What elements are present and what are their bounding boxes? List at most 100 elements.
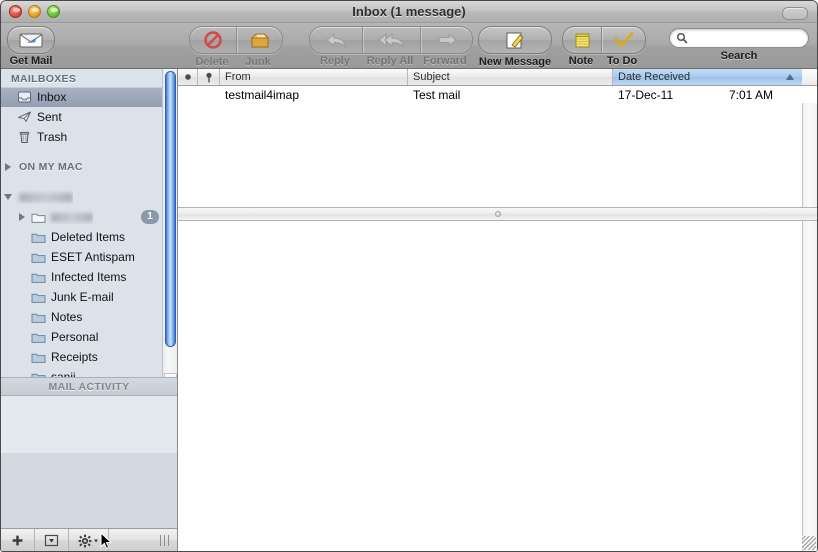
sidebar-item-infected-items[interactable]: Infected Items [1, 267, 177, 287]
toolbar-toggle-button[interactable] [782, 7, 808, 20]
toolbar-reply-group: Reply Reply All Forward [309, 26, 473, 67]
sidebar-item-notes[interactable]: Notes [1, 307, 177, 327]
folder-icon [29, 271, 47, 284]
disclosure-triangle-icon[interactable] [1, 163, 15, 171]
note-pad-icon [575, 33, 590, 48]
sidebar-item-label: sanji [51, 370, 76, 378]
sidebar-item-trash[interactable]: Trash [1, 127, 177, 147]
sidebar-item-inbox[interactable]: Inbox [1, 87, 177, 107]
sidebar-scrollbar-thumb[interactable] [165, 71, 176, 347]
sidebar-item-label: Deleted Items [51, 230, 126, 244]
compose-pencil-icon [479, 27, 551, 53]
column-header-subject[interactable]: Subject [408, 69, 613, 85]
column-header-unread[interactable] [178, 69, 198, 85]
column-header-attachment[interactable] [198, 69, 220, 85]
toolbar-forward-button[interactable] [420, 27, 472, 53]
search-field[interactable] [669, 28, 809, 48]
mailbox-list: MAILBOXES Inbox Sent Trash ON MY MAC 1 D… [1, 69, 177, 378]
disclosure-triangle-open-icon[interactable] [1, 194, 15, 200]
sidebar-scrollbar[interactable] [162, 69, 177, 378]
mail-activity-header: MAIL ACTIVITY [1, 377, 177, 396]
attachment-pin-icon [205, 72, 212, 82]
toolbar-new-message-label: New Message [478, 56, 552, 68]
toolbar-search: Search [669, 28, 809, 62]
message-list: testmail4imap Test mail 17-Dec-11 7:01 A… [178, 86, 817, 207]
mail-activity-panel [1, 396, 177, 528]
chevron-down-icon [93, 539, 98, 542]
toolbar-get-mail[interactable]: Get Mail [7, 26, 55, 67]
toolbar-new-message[interactable]: New Message [478, 26, 552, 68]
toolbar-todo-label: To Do [606, 55, 638, 67]
sidebar-account-label-redacted [19, 193, 73, 203]
window-title: Inbox (1 message) [352, 4, 466, 19]
sidebar-bottom-toolbar [1, 528, 177, 551]
sidebar-item-personal[interactable]: Personal [1, 327, 177, 347]
folder-icon [29, 311, 47, 324]
folder-icon [29, 291, 47, 304]
main-toolbar: Get Mail Delete Junk Reply Reply All For… [1, 23, 817, 69]
column-header-from[interactable]: From [220, 69, 408, 85]
sidebar-item-sanji[interactable]: sanji [1, 367, 177, 378]
scroll-up-button[interactable] [164, 373, 177, 378]
sort-ascending-icon [786, 74, 794, 80]
mail-window: Inbox (1 message) Get Mail Delete Junk R… [0, 0, 818, 552]
sidebar-scroll-arrows [164, 373, 177, 378]
toolbar-delete-button[interactable] [190, 27, 236, 53]
sidebar-item-deleted-items[interactable]: Deleted Items [1, 227, 177, 247]
toolbar-note-button[interactable] [563, 27, 601, 53]
search-icon [676, 32, 688, 44]
toolbar-delete-label: Delete [195, 56, 229, 68]
unread-dot-icon [184, 74, 191, 80]
disclosure-triangle-icon[interactable] [15, 213, 29, 221]
table-row[interactable]: testmail4imap Test mail 17-Dec-11 7:01 A… [178, 86, 817, 104]
sidebar-item-label: Receipts [51, 350, 98, 364]
sent-paper-plane-icon [15, 110, 33, 124]
message-time-cell: 7:01 AM [728, 88, 773, 102]
folder-icon [29, 351, 47, 364]
toolbar-note-label: Note [568, 55, 594, 67]
envelope-icon [8, 27, 54, 53]
search-label: Search [720, 50, 758, 62]
message-from-cell: testmail4imap [225, 88, 300, 102]
toolbar-junk-button[interactable] [236, 27, 282, 53]
splitter-dimple-icon[interactable] [494, 211, 501, 217]
toolbar-reply-label: Reply [320, 55, 350, 67]
title-bar: Inbox (1 message) [1, 1, 817, 23]
sidebar-item-label: Notes [51, 310, 83, 324]
sidebar-item-sent-label: Sent [37, 110, 62, 124]
column-header-date-received-label: Date Received [618, 71, 691, 83]
content-area: MAILBOXES Inbox Sent Trash ON MY MAC 1 D… [1, 69, 817, 551]
action-triangle-icon [44, 534, 59, 547]
sidebar-section-on-my-mac[interactable]: ON MY MAC [1, 157, 177, 177]
preview-scrollbar[interactable] [802, 221, 817, 551]
mailbox-sidebar: MAILBOXES Inbox Sent Trash ON MY MAC 1 D… [1, 69, 178, 551]
sidebar-account-folder-redacted[interactable]: 1 [1, 207, 177, 227]
settings-gear-button[interactable] [69, 529, 109, 551]
toolbar-junk-label: Junk [245, 56, 271, 68]
toolbar-reply-button[interactable] [310, 27, 362, 53]
toolbar-todo-button[interactable] [601, 27, 645, 53]
toolbar-reply-all-button[interactable] [362, 27, 420, 53]
pane-splitter[interactable] [178, 207, 817, 221]
add-mailbox-button[interactable] [1, 529, 35, 551]
folder-icon [29, 331, 47, 344]
sidebar-resize-grip[interactable] [160, 535, 169, 546]
sidebar-item-eset-antispam[interactable]: ESET Antispam [1, 247, 177, 267]
gear-icon [78, 534, 98, 547]
message-pane: From Subject Date Received testmail4imap… [178, 69, 817, 551]
sidebar-subfolders: Deleted Items ESET Antispam Infected Ite… [1, 227, 177, 378]
window-resize-grip[interactable] [802, 536, 816, 550]
mail-actions-button[interactable] [35, 529, 69, 551]
sidebar-item-sent[interactable]: Sent [1, 107, 177, 127]
search-input[interactable] [688, 32, 800, 44]
folder-icon [29, 211, 47, 224]
sidebar-account-redacted[interactable] [1, 187, 177, 207]
delete-prohibited-icon [204, 31, 222, 49]
sidebar-item-label: Junk E-mail [51, 290, 114, 304]
sidebar-item-receipts[interactable]: Receipts [1, 347, 177, 367]
sidebar-item-junk-email[interactable]: Junk E-mail [1, 287, 177, 307]
plus-icon [12, 535, 23, 546]
column-header-date-received[interactable]: Date Received [613, 69, 802, 85]
sidebar-item-label: Infected Items [51, 270, 127, 284]
message-list-scrollbar[interactable] [802, 103, 817, 207]
